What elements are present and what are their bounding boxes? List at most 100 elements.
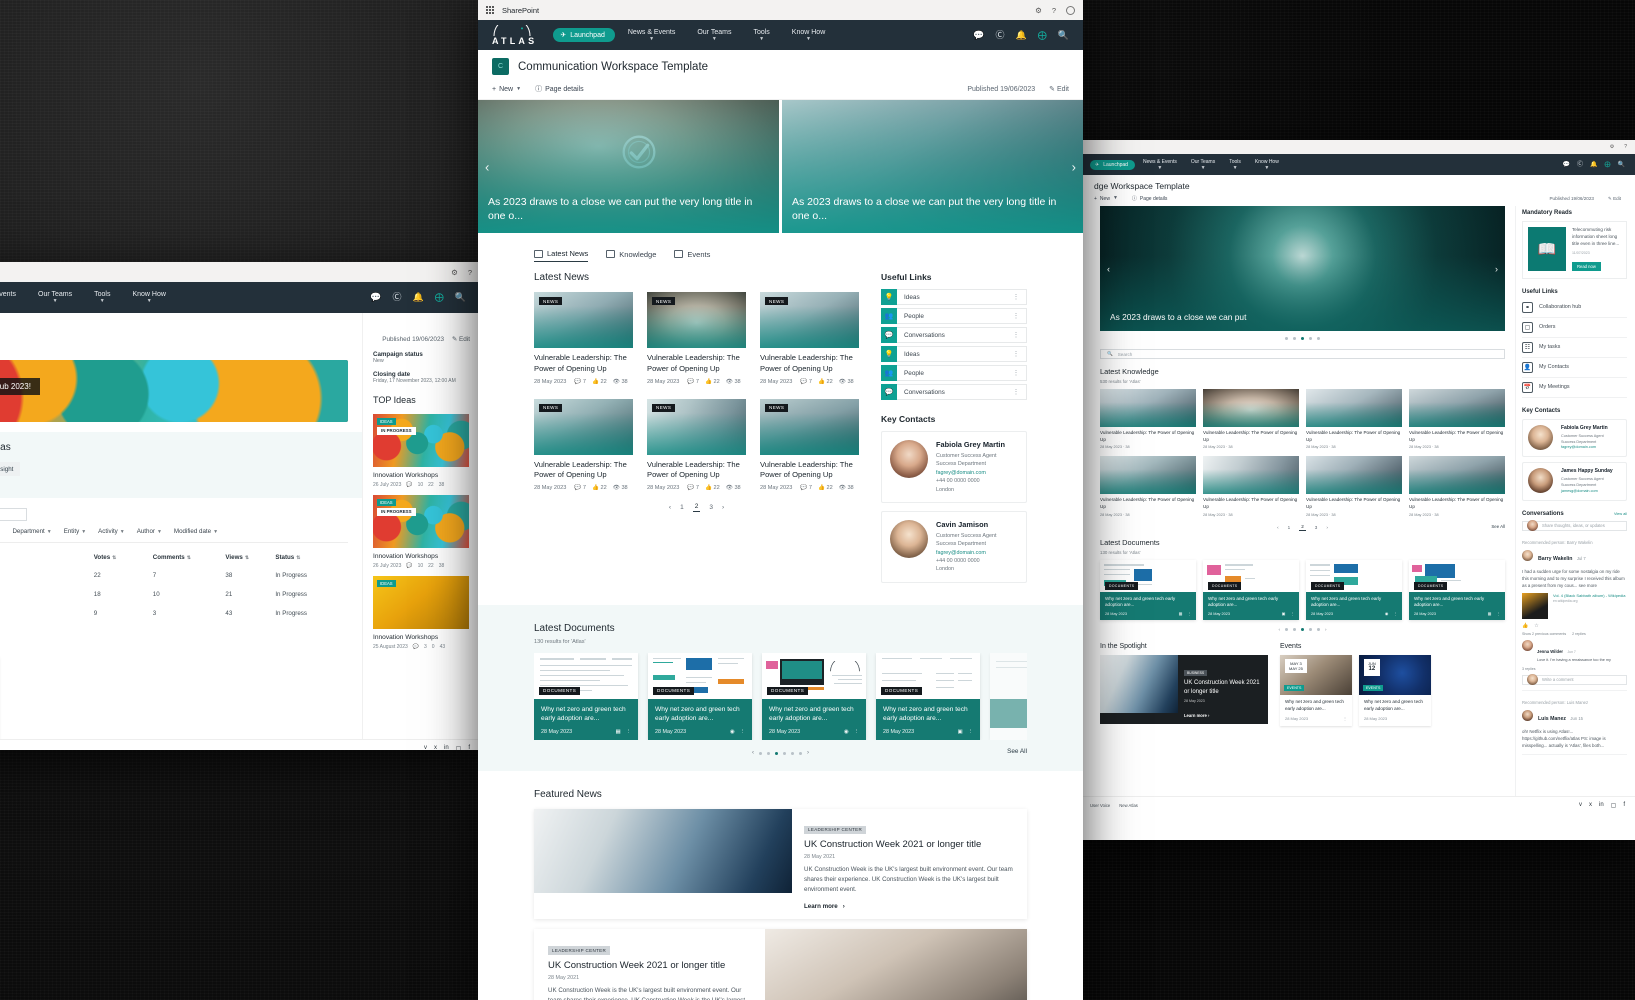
more-icon[interactable]: ⋮ — [1013, 312, 1021, 320]
carousel-dot[interactable] — [767, 751, 770, 755]
right-page-details-button[interactable]: ⓘ Page details — [1132, 195, 1168, 203]
right-nav-item-teams[interactable]: Our Teams ▼ — [1185, 157, 1221, 173]
useful-link-ideas-2[interactable]: 💡 Ideas ⋮ — [881, 346, 1027, 362]
gear-icon[interactable]: ⚙ — [1610, 144, 1614, 150]
carousel-dot[interactable] — [1285, 337, 1288, 340]
chat-icon[interactable]: 💬 — [973, 30, 984, 40]
hero-next-button[interactable]: › — [1491, 260, 1502, 278]
more-icon[interactable]: ⋮ — [1290, 611, 1294, 616]
documents-prev[interactable]: ‹ — [1278, 627, 1280, 632]
contact-email[interactable]: fagrey@domain.com — [936, 469, 1005, 477]
knowledge-card[interactable]: Vulnerable Leadership: The Power of Open… — [1100, 456, 1196, 517]
search-icon[interactable]: 🔍 — [455, 293, 466, 302]
right-nav-item-tools[interactable]: Tools ▼ — [1223, 157, 1247, 173]
search-icon[interactable]: 🔍 — [1058, 30, 1069, 40]
bell-icon[interactable]: 🔔 — [1016, 30, 1027, 40]
right-nav-item-news[interactable]: News & Events ▼ — [1137, 157, 1183, 173]
hero-next-button[interactable]: › — [1068, 155, 1080, 178]
document-card[interactable]: DOCUMENTS Why net zero and green tech ea… — [762, 652, 866, 741]
comment-input[interactable]: Write a comment — [1522, 674, 1627, 686]
document-card[interactable]: DOCUMENTS Why net zero and green tech ea… — [1306, 559, 1402, 621]
news-card[interactable]: NEWS Vulnerable Leadership: The Power of… — [760, 398, 859, 492]
carousel-dot-active[interactable] — [1301, 628, 1304, 632]
knowledge-card[interactable]: Vulnerable Leadership: The Power of Open… — [1306, 456, 1402, 517]
add-icon[interactable]: ⨁ — [1605, 162, 1611, 168]
knowledge-card[interactable]: Vulnerable Leadership: The Power of Open… — [1409, 389, 1505, 449]
instagram-icon[interactable]: ▢ — [1611, 802, 1617, 809]
more-icon[interactable]: ⋮ — [1013, 388, 1021, 396]
document-card[interactable] — [990, 652, 1027, 741]
help-icon[interactable]: ? — [1052, 6, 1056, 15]
pager-page-2[interactable]: 2 — [1299, 524, 1306, 531]
document-card[interactable]: DOCUMENTS Why net zero and green tech ea… — [1100, 559, 1196, 621]
useful-link-ideas[interactable]: 💡 Ideas ⋮ — [881, 289, 1027, 305]
more-icon[interactable]: ⋮ — [626, 729, 631, 735]
pager-prev[interactable]: ‹ — [669, 504, 671, 511]
pager-prev[interactable]: ‹ — [1277, 525, 1279, 530]
contact-card[interactable]: Cavin Jamison Customer Success Agent Suc… — [881, 510, 1027, 583]
atlas-logo[interactable]: ATLAS — [492, 24, 537, 46]
more-icon[interactable]: ⋮ — [1013, 293, 1021, 301]
conversation-thread[interactable]: Recommended person: Luis Manez Luis Mane… — [1522, 691, 1627, 755]
more-icon[interactable]: ⋮ — [740, 729, 745, 735]
conversation-composer[interactable]: Share thoughts, ideas, or updates — [1522, 520, 1627, 532]
more-icon[interactable]: ⋮ — [1013, 369, 1021, 377]
conversation-author[interactable]: Luis Manez — [1538, 716, 1566, 722]
carousel-dot[interactable] — [759, 751, 762, 755]
reply-actions[interactable]: 3 replies — [1522, 667, 1627, 671]
filter-entity[interactable]: Entity ▼ — [64, 528, 86, 535]
ideas-table[interactable]: Title⇅ Votes⇅ Comments⇅ Views⇅ Status⇅ I… — [0, 549, 348, 623]
more-icon[interactable]: ⋮ — [854, 729, 859, 735]
linkedin-icon[interactable]: in — [1599, 802, 1604, 809]
hero-prev-button[interactable]: ‹ — [481, 155, 493, 178]
contact-email[interactable]: jamesg@domain.com — [1561, 489, 1613, 495]
left-nav-item-news[interactable]: News & Events▼ — [0, 288, 25, 307]
pager-page-2[interactable]: 2 — [692, 503, 701, 513]
useful-link-my-tasks[interactable]: ☷ My tasks — [1522, 338, 1627, 358]
twitter-icon[interactable]: x — [434, 745, 437, 750]
content-tabs[interactable]: Latest News Knowledge Events — [478, 249, 1083, 262]
facebook-icon[interactable]: f — [468, 745, 470, 750]
nav-launchpad-pill[interactable]: ✈ Launchpad — [553, 28, 615, 42]
facebook-icon[interactable]: f — [1623, 802, 1625, 809]
more-icon[interactable]: ⋮ — [968, 729, 973, 735]
right-nav-launchpad[interactable]: ✈ Launchpad — [1090, 159, 1135, 170]
spotlight-card[interactable]: BUSINESS UK Construction Week 2021 or lo… — [1100, 655, 1268, 724]
gear-icon[interactable]: ⚙ — [451, 268, 458, 277]
event-card[interactable]: JUN 12 EVENTS Why net zero and green tech… — [1359, 655, 1431, 726]
chat-icon[interactable]: 💬 — [370, 293, 381, 302]
knowledge-card[interactable]: Vulnerable Leadership: The Power of Open… — [1203, 389, 1299, 449]
conversation-author[interactable]: Barry Wakelin — [1538, 556, 1572, 562]
col-title[interactable]: Title⇅ — [0, 549, 94, 566]
right-search-input[interactable]: 🔍 Search — [1100, 349, 1505, 359]
useful-link-people[interactable]: 👥 People ⋮ — [881, 308, 1027, 324]
document-card[interactable]: DOCUMENTS Why net zero and green tech ea… — [1409, 559, 1505, 621]
document-card[interactable]: DOCUMENTS Why net zero and green tech ea… — [876, 652, 980, 741]
featured-news-card[interactable]: LEADERSHIP CENTER UK Construction Week 2… — [534, 809, 1027, 919]
filter-modified-date[interactable]: Modified date ▼ — [174, 528, 218, 535]
accessibility-icon[interactable]: Ⓒ — [996, 30, 1005, 40]
new-button[interactable]: + New ▼ — [492, 86, 521, 93]
external-insight-button[interactable]: 💡External Insight — [0, 462, 21, 476]
more-icon[interactable]: ⋮ — [1393, 611, 1397, 616]
reply-author[interactable]: Jenna Wilder — [1537, 649, 1563, 654]
help-icon[interactable]: ? — [1624, 144, 1627, 150]
pager-page-3[interactable]: 3 — [1315, 525, 1318, 530]
tab-events[interactable]: Events — [674, 250, 710, 262]
more-icon[interactable]: ⋮ — [1013, 350, 1021, 358]
left-nav-item-teams[interactable]: Our Teams ▼ — [29, 288, 81, 307]
filter-department[interactable]: Department ▼ — [12, 528, 51, 535]
left-browser-window[interactable]: ⚙ ? ✈ Launchpad News & Events▼ Our Teams… — [0, 262, 480, 750]
filter-activity[interactable]: Activity ▼ — [98, 528, 125, 535]
more-icon[interactable]: ⋮ — [1496, 611, 1500, 616]
knowledge-card[interactable]: Vulnerable Leadership: The Power of Open… — [1409, 456, 1505, 517]
replies-count[interactable]: 2 replies — [1572, 632, 1586, 636]
col-views[interactable]: Views ⇅ — [225, 549, 275, 566]
right-hero-dots[interactable] — [1100, 337, 1505, 340]
nav-item-our-teams[interactable]: Our Teams ▼ — [688, 26, 740, 45]
knowledge-card[interactable]: Vulnerable Leadership: The Power of Open… — [1203, 456, 1299, 517]
contact-card[interactable]: James Happy Sunday Customer Success Agen… — [1522, 462, 1627, 501]
right-documents-dots[interactable]: ‹ › — [1100, 627, 1505, 632]
useful-link-my-contacts[interactable]: 👤 My Contacts — [1522, 358, 1627, 378]
add-icon[interactable]: ⨁ — [1038, 30, 1047, 40]
